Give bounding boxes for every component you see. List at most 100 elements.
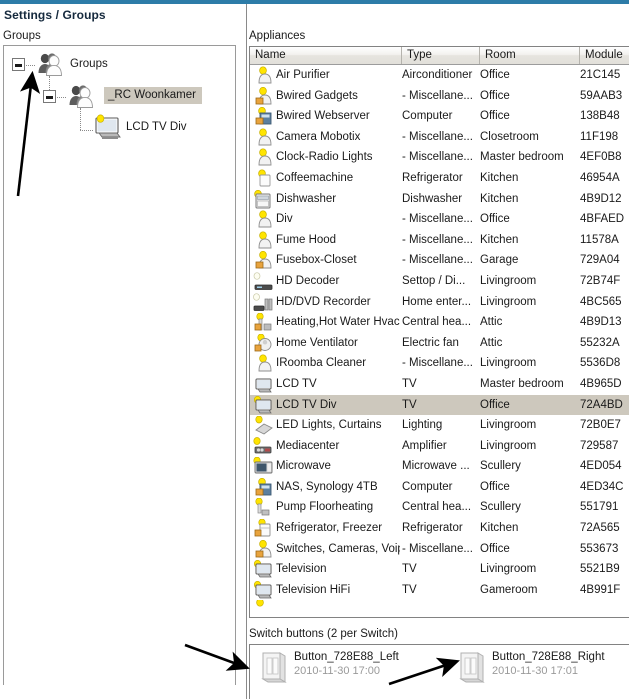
table-row[interactable]: Div - Miscellane... Office 4BFAED xyxy=(250,209,629,230)
table-row[interactable]: Dishwasher Dishwasher Kitchen 4B9D12 xyxy=(250,189,629,210)
table-row[interactable]: IRoomba Cleaner - Miscellane... Livingroom… xyxy=(250,353,629,374)
table-cell-module: 5536D8 xyxy=(580,357,621,370)
table-cell-name: IRoomba Cleaner xyxy=(276,357,367,370)
table-cell-module: 5521B9 xyxy=(580,563,620,576)
table-row[interactable]: LCD TV TV Master bedroom 4B965D xyxy=(250,374,629,395)
tree-expander-groups[interactable] xyxy=(12,58,25,71)
bulb-device-icon xyxy=(258,148,272,166)
table-cell-type: Central hea... xyxy=(402,316,472,329)
table-cell-type: Refrigerator xyxy=(402,522,463,535)
table-row[interactable]: Microwave Microwave ... Scullery 4ED054 xyxy=(250,456,629,477)
switch-buttons-panel[interactable]: Button_728E88_Left 2010-11-30 17:00 Butt… xyxy=(249,644,629,699)
table-cell-module: 72B0E7 xyxy=(580,419,621,432)
table-cell-type: Microwave ... xyxy=(402,460,470,473)
table-cell-module: 4BFAED xyxy=(580,213,625,226)
table-row[interactable]: Switches, Cameras, Voip - Miscellane... Of… xyxy=(250,539,629,560)
tv-icon xyxy=(255,378,272,393)
table-cell-type: - Miscellane... xyxy=(402,89,473,102)
groups-tree-panel[interactable]: Groups _RC Woonkamer LCD TV Div xyxy=(3,45,236,685)
table-cell-module: 72A565 xyxy=(580,522,620,535)
table-row[interactable]: LED Lights, Curtains Lighting Livingroom 72… xyxy=(250,415,629,436)
table-cell-room: Office xyxy=(480,480,510,493)
column-header-name[interactable]: Name xyxy=(250,47,402,64)
table-cell-module: 729A04 xyxy=(580,254,620,267)
table-cell-room: Master bedroom xyxy=(480,377,564,390)
tree-item-label-rc-woonkamer[interactable]: _RC Woonkamer xyxy=(104,87,202,104)
table-cell-type: TV xyxy=(402,398,417,411)
table-row[interactable]: Camera Mobotix - Miscellane... Closetroom 1… xyxy=(250,127,629,148)
table-cell-room: Office xyxy=(480,398,510,411)
table-cell-room: Kitchen xyxy=(480,233,519,246)
table-cell-name: Clock-Radio Lights xyxy=(276,151,373,164)
appliances-table[interactable]: Name Type Room Module Air Purifier Aircon… xyxy=(249,46,629,618)
table-row[interactable]: Television TV Livingroom 5521B9 xyxy=(250,559,629,580)
bulb-lock-server-icon xyxy=(255,477,272,496)
table-row[interactable]: Television HiFi TV Gameroom 4B991F xyxy=(250,580,629,601)
bulb-lock-fan-icon xyxy=(254,333,272,352)
table-cell-module: 11578A xyxy=(580,233,619,246)
table-row[interactable]: Fusebox-Closet - Miscellane... Garage 729A0… xyxy=(250,250,629,271)
switch-buttons-section-label: Switch buttons (2 per Switch) xyxy=(249,628,398,640)
group-icon xyxy=(38,53,62,76)
tree-item-label-lcd-tv-div[interactable]: LCD TV Div xyxy=(126,121,187,133)
tree-connector-line xyxy=(80,108,82,130)
bulb-lock-device-icon xyxy=(255,86,272,105)
page-title: Settings / Groups xyxy=(4,8,106,22)
table-cell-type: Computer xyxy=(402,110,453,123)
table-cell-name: Coffeemachine xyxy=(276,171,354,184)
column-header-room[interactable]: Room xyxy=(480,47,580,64)
switch-button-title: Button_728E88_Right xyxy=(492,651,605,663)
table-cell-type: - Miscellane... xyxy=(402,233,473,246)
group-icon xyxy=(69,85,93,108)
table-row[interactable]: Fume Hood - Miscellane... Kitchen 11578A xyxy=(250,230,629,251)
table-cell-name: Switches, Cameras, Voip xyxy=(276,542,400,555)
table-cell-type: - Miscellane... xyxy=(402,542,473,555)
column-header-type[interactable]: Type xyxy=(402,47,480,64)
table-cell-type: Amplifier xyxy=(402,439,447,452)
table-cell-room: Gameroom xyxy=(480,583,538,596)
table-cell-room: Office xyxy=(480,110,510,123)
table-row[interactable]: Air Purifier Airconditioner Office 21C145 xyxy=(250,65,629,86)
table-cell-module: 4B9D12 xyxy=(580,192,622,205)
table-row[interactable]: Refrigerator, Freezer Refrigerator Kitchen… xyxy=(250,518,629,539)
table-cell-room: Kitchen xyxy=(480,522,519,535)
table-cell-module: 138B48 xyxy=(580,110,620,123)
switch-button-date: 2010-11-30 17:01 xyxy=(492,665,579,677)
table-cell-room: Scullery xyxy=(480,460,521,473)
table-row[interactable]: Bwired Webserver Computer Office 138B48 xyxy=(250,106,629,127)
tv-bulb-icon xyxy=(253,395,272,413)
tv-bulb-icon xyxy=(253,560,272,578)
groups-section-label: Groups xyxy=(3,30,41,42)
table-row[interactable]: Heating,Hot Water Hvac Central hea... Atti… xyxy=(250,312,629,333)
tree-item-label-groups[interactable]: Groups xyxy=(70,58,108,70)
table-row[interactable]: NAS, Synology 4TB Computer Office 4ED34C xyxy=(250,477,629,498)
table-row[interactable]: Bwired Gadgets - Miscellane... Office 59AAB… xyxy=(250,86,629,107)
table-row[interactable]: Coffeemachine Refrigerator Kitchen 46954A xyxy=(250,168,629,189)
table-cell-name: HD Decoder xyxy=(276,274,340,287)
tree-expander-rc-woonkamer[interactable] xyxy=(43,90,56,103)
table-row[interactable]: Clock-Radio Lights - Miscellane... Master … xyxy=(250,147,629,168)
table-cell-type: Computer xyxy=(402,480,453,493)
table-row[interactable]: HD Decoder Settop / Di... Livingroom 72B74F xyxy=(250,271,629,292)
table-cell-module: 4B991F xyxy=(580,583,621,596)
table-cell-room: Livingroom xyxy=(480,295,537,308)
table-cell-type: - Miscellane... xyxy=(402,151,473,164)
table-cell-name: Bwired Webserver xyxy=(276,110,370,123)
table-row[interactable]: Home Ventilator Electric fan Attic 55232A xyxy=(250,333,629,354)
bulb-lock-device-icon xyxy=(255,251,272,269)
table-cell-room: Office xyxy=(480,89,510,102)
table-cell-module: 4ED34C xyxy=(580,480,624,493)
app-window: Settings / Groups Groups Appliances Swit… xyxy=(0,0,629,699)
table-cell-type: Central hea... xyxy=(402,501,472,514)
bulb-device-icon xyxy=(258,354,272,372)
table-row[interactable]: HD/DVD Recorder Home enter... Livingroom 4B… xyxy=(250,292,629,313)
panel-splitter[interactable] xyxy=(246,4,247,699)
table-cell-room: Scullery xyxy=(480,501,521,514)
table-cell-room: Office xyxy=(480,542,510,555)
table-row[interactable]: LCD TV Div TV Office 72A4BD xyxy=(250,394,629,416)
column-header-module[interactable]: Module xyxy=(580,47,629,64)
table-row[interactable]: Mediacenter Amplifier Livingroom 729587 xyxy=(250,436,629,457)
table-cell-module: 4EF0B8 xyxy=(580,151,622,164)
table-cell-room: Livingroom xyxy=(480,357,537,370)
table-row[interactable]: Pump Floorheating Central hea... Scullery 5… xyxy=(250,497,629,518)
